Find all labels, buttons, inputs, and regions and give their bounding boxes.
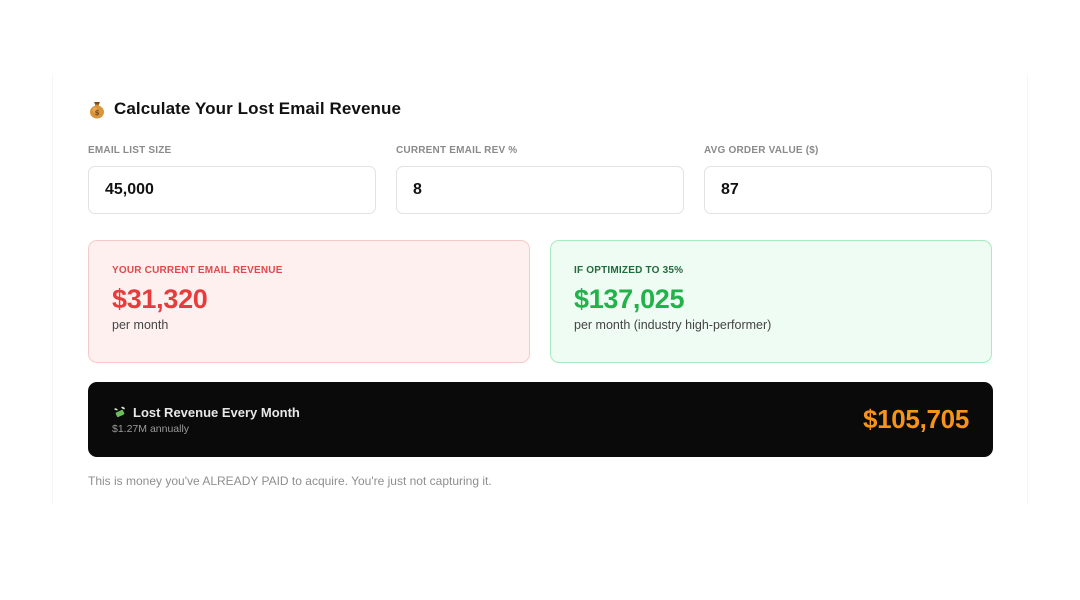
- current-revenue-panel: YOUR CURRENT EMAIL REVENUE $31,320 per m…: [88, 240, 530, 363]
- email-list-size-group: EMAIL LIST SIZE: [88, 144, 376, 214]
- calculator-header: $ Calculate Your Lost Email Revenue: [88, 99, 401, 119]
- current-email-rev-group: CURRENT EMAIL REV %: [396, 144, 684, 214]
- lost-revenue-value: $105,705: [862, 404, 969, 434]
- email-list-size-label: EMAIL LIST SIZE: [88, 145, 172, 156]
- current-email-rev-label: CURRENT EMAIL REV %: [396, 145, 518, 156]
- calculator-title: Calculate Your Lost Email Revenue: [114, 99, 402, 118]
- footnote: This is money you've ALREADY PAID to acq…: [88, 474, 492, 488]
- optimized-revenue-value: $137,025: [574, 284, 685, 314]
- current-revenue-sub: per month: [112, 318, 169, 332]
- email-list-size-input[interactable]: [88, 166, 376, 214]
- lost-revenue-annual: $1.27M annually: [112, 422, 190, 435]
- avg-order-value-group: AVG ORDER VALUE ($): [704, 144, 992, 214]
- optimized-revenue-panel: IF OPTIMIZED TO 35% $137,025 per month (…: [550, 240, 992, 363]
- lost-revenue-title-row: Lost Revenue Every Month: [112, 405, 300, 420]
- optimized-revenue-sub: per month (industry high-performer): [574, 318, 772, 332]
- current-revenue-label: YOUR CURRENT EMAIL REVENUE: [112, 265, 283, 276]
- avg-order-value-label: AVG ORDER VALUE ($): [704, 145, 819, 156]
- current-revenue-value: $31,320: [112, 284, 208, 314]
- money-with-wings-icon: [112, 405, 127, 420]
- optimized-revenue-label: IF OPTIMIZED TO 35%: [574, 265, 684, 276]
- lost-revenue-banner: Lost Revenue Every Month $1.27M annually…: [88, 382, 993, 457]
- avg-order-value-input[interactable]: [704, 166, 992, 214]
- current-email-rev-input[interactable]: [396, 166, 684, 214]
- svg-text:$: $: [95, 109, 100, 117]
- money-bag-icon: $: [88, 99, 106, 119]
- lost-revenue-text: Lost Revenue Every Month $1.27M annually: [112, 405, 300, 435]
- lost-revenue-title: Lost Revenue Every Month: [133, 404, 300, 420]
